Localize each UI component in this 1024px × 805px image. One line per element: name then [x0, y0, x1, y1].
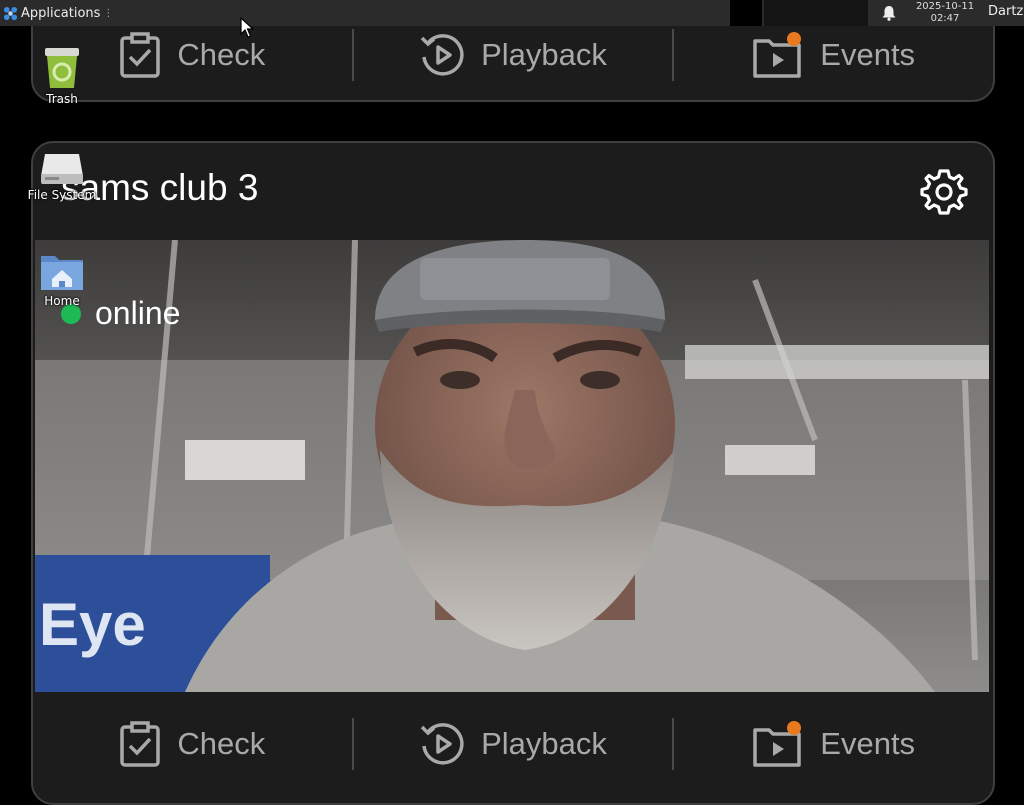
- desktop-trash[interactable]: Trash: [17, 44, 107, 106]
- desktop-filesystem[interactable]: File System: [17, 150, 107, 202]
- events-folder-icon: [753, 32, 802, 78]
- playback-label: Playback: [481, 37, 607, 72]
- events-folder-icon: [753, 721, 802, 767]
- playback-button[interactable]: Playback: [354, 20, 673, 90]
- trash-icon: [45, 48, 79, 88]
- events-button[interactable]: Events: [674, 20, 993, 90]
- clipboard-check-icon: [120, 32, 161, 78]
- desktop-home[interactable]: Home: [17, 252, 107, 308]
- event-badge: [787, 32, 802, 46]
- playback-label: Playback: [481, 726, 607, 761]
- playback-icon: [420, 34, 464, 76]
- menu-handle-icon: ⋮: [103, 7, 114, 19]
- store-sign-text: Eye: [39, 591, 146, 658]
- check-button[interactable]: Check: [33, 709, 352, 779]
- panel-spacer: [730, 0, 762, 26]
- playback-icon: [420, 723, 464, 765]
- clock-time: 02:47: [930, 13, 960, 24]
- events-button[interactable]: Events: [674, 709, 993, 779]
- camera-actions-bar: Check Playback Events: [33, 709, 993, 779]
- filesystem-label: File System: [27, 188, 97, 202]
- status-label: online: [95, 295, 181, 331]
- clock-date: 2025-10-11: [915, 1, 975, 12]
- camera-card: sams club 3 Eye online Check Playback Ev…: [31, 141, 995, 805]
- playback-button[interactable]: Playback: [354, 709, 673, 779]
- camera-actions-bar: Check Playback Events: [33, 20, 993, 90]
- mouse-pointer-icon: [240, 17, 254, 38]
- trash-label: Trash: [46, 92, 78, 106]
- user-menu[interactable]: Dartz: [988, 4, 1023, 19]
- home-folder-icon: [41, 256, 83, 290]
- check-label: Check: [177, 37, 266, 72]
- xfce-logo-icon: [3, 6, 18, 20]
- applications-menu[interactable]: Applications ⋮: [0, 0, 113, 26]
- notification-bell-icon[interactable]: [880, 5, 898, 21]
- clipboard-check-icon: [120, 721, 161, 767]
- events-label: Events: [820, 37, 916, 72]
- drive-icon: [41, 154, 83, 184]
- panel-clock[interactable]: 2025-10-11 02:47: [904, 1, 986, 25]
- panel-taskbar-area: [764, 0, 868, 26]
- events-label: Events: [820, 726, 916, 761]
- home-label: Home: [44, 294, 80, 308]
- check-label: Check: [177, 726, 266, 761]
- settings-gear-icon[interactable]: [919, 167, 969, 217]
- top-panel: Applications ⋮ 2025-10-11 02:47 Dartz: [0, 0, 1024, 26]
- applications-label: Applications: [21, 5, 101, 21]
